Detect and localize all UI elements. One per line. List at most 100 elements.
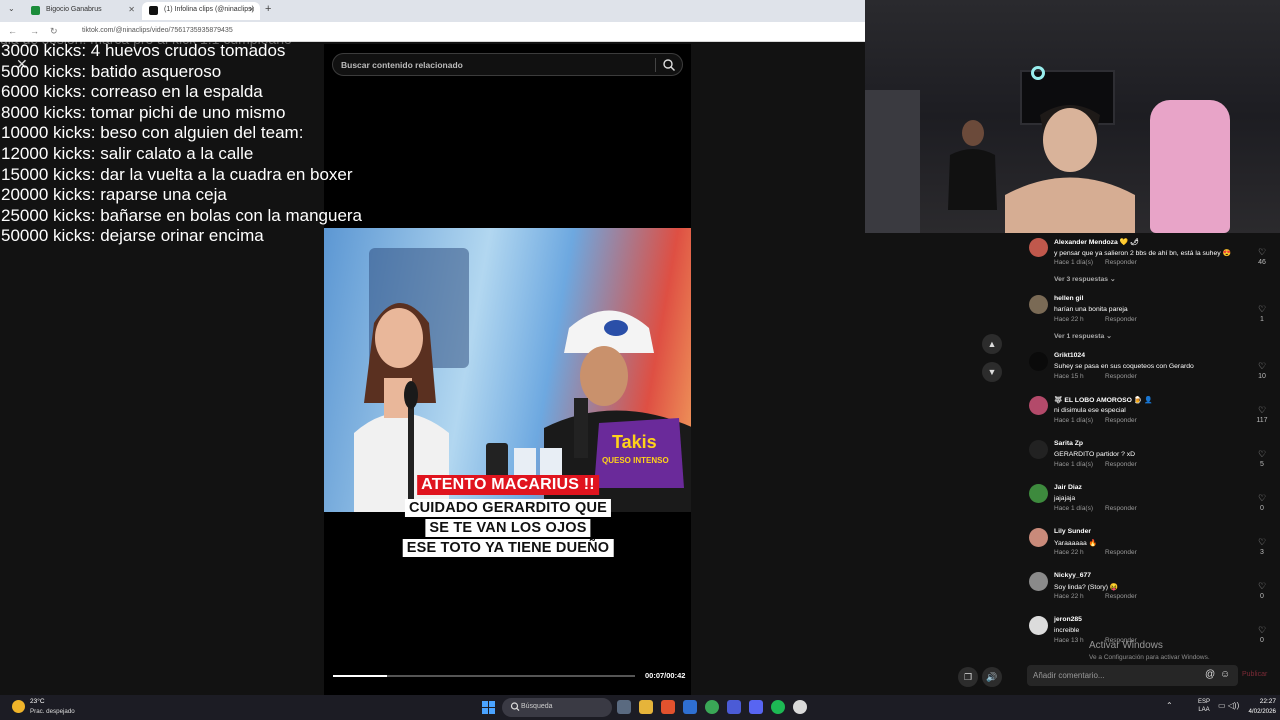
publish-button[interactable]: Publicar: [1242, 671, 1267, 678]
comment-author[interactable]: Grikt1024: [1054, 352, 1085, 359]
like-count: 3: [1260, 549, 1264, 556]
copy-link-icon[interactable]: ❐: [958, 667, 978, 687]
comment-author[interactable]: Jair Diaz: [1054, 484, 1082, 491]
browser-tab-1[interactable]: Bigocio Ganabrus ✕: [24, 2, 140, 20]
pink-gaming-chair: [1150, 100, 1230, 233]
like-heart-icon[interactable]: ♡: [1256, 582, 1268, 591]
chrome-icon[interactable]: [705, 700, 719, 714]
weather-description[interactable]: Prac. despejado: [30, 708, 75, 715]
tab-favicon-icon: [31, 6, 40, 15]
snack-sub-text: QUESO INTENSO: [602, 456, 669, 465]
comment-avatar[interactable]: [1029, 238, 1048, 257]
comment-author[interactable]: Sarita Zp: [1054, 440, 1083, 447]
discord-icon[interactable]: [749, 700, 763, 714]
comment-author[interactable]: Alexander Mendoza 💛 🌶: [1054, 238, 1139, 246]
language-top: ESP: [1198, 699, 1211, 705]
reply-button[interactable]: Responder: [1105, 593, 1137, 600]
clock-date[interactable]: 4/02/2026: [1244, 708, 1276, 715]
clock-time[interactable]: 22:27: [1244, 698, 1276, 705]
windows-start-icon[interactable]: [482, 701, 495, 714]
like-heart-icon[interactable]: ♡: [1256, 626, 1268, 635]
kicks-goal-item: 6000 kicks: correaso en la espalda: [1, 82, 263, 102]
comment-avatar[interactable]: [1029, 440, 1048, 459]
new-tab-plus-icon[interactable]: +: [265, 3, 271, 15]
comment-author[interactable]: hellen gil: [1054, 295, 1083, 302]
weather-temperature[interactable]: 23°C: [30, 698, 45, 705]
reply-button[interactable]: Responder: [1105, 373, 1137, 380]
comment-text: Soy linda? (Story) 😝: [1054, 584, 1119, 591]
like-heart-icon[interactable]: ♡: [1256, 494, 1268, 503]
comment-avatar[interactable]: [1029, 484, 1048, 503]
browser-tab-2-active[interactable]: (1) Infolina clips (@ninaclips) ✕: [142, 2, 260, 20]
close-tab-icon[interactable]: ✕: [248, 5, 255, 14]
next-video-chevron-down-icon[interactable]: ▼: [982, 362, 1002, 382]
video-caption-4: ESE TOTO YA TIENE DUEÑO: [402, 539, 614, 557]
mention-at-icon[interactable]: @: [1205, 669, 1215, 680]
emoji-icon[interactable]: ☺: [1220, 669, 1230, 680]
video-frame: Takis QUESO INTENSO: [324, 228, 691, 512]
comment-avatar[interactable]: [1029, 572, 1048, 591]
webcam-ring-light: [1031, 66, 1045, 80]
kicks-goal-item: 5000 kicks: batido asqueroso: [1, 61, 222, 81]
tab-list-chevron-icon[interactable]: ⌄: [8, 4, 15, 13]
search-icon[interactable]: [662, 58, 676, 72]
video-caption-3: SE TE VAN LOS OJOS: [425, 519, 591, 537]
comment-avatar[interactable]: [1029, 528, 1048, 547]
weather-sun-icon[interactable]: [12, 700, 25, 713]
view-replies-button[interactable]: Ver 1 respuesta ⌄: [1054, 332, 1112, 340]
language-indicator[interactable]: ESP LAA: [1198, 698, 1210, 714]
like-count: 117: [1256, 417, 1268, 424]
like-heart-icon[interactable]: ♡: [1256, 305, 1268, 314]
video-caption-1: ATENTO MACARIUS !!: [417, 475, 599, 495]
comments-panel: Alexander Mendoza 💛 🌶 y pensar que ya sal…: [1010, 233, 1280, 663]
like-heart-icon[interactable]: ♡: [1256, 450, 1268, 459]
kicks-goal-list: 3000 kicks: 4 huevos crudos tomados 5000 …: [1, 41, 362, 247]
tray-overflow-chevron-up-icon[interactable]: ⌃: [1166, 701, 1173, 710]
like-heart-icon[interactable]: ♡: [1256, 406, 1268, 415]
reply-button[interactable]: Responder: [1105, 417, 1137, 424]
view-replies-button[interactable]: Ver 3 respuestas ⌄: [1054, 275, 1116, 283]
search-icon: [510, 702, 520, 712]
search-divider: [655, 58, 656, 72]
comment-avatar[interactable]: [1029, 295, 1048, 314]
reply-button[interactable]: Responder: [1105, 316, 1137, 323]
comment-avatar[interactable]: [1029, 616, 1048, 635]
video-caption-2: CUIDADO GERARDITO QUE: [404, 499, 612, 517]
tray-network-volume-icons[interactable]: ▭ ◁)): [1218, 701, 1239, 710]
comment-timestamp: Hace 13 h: [1054, 637, 1084, 644]
file-explorer-icon[interactable]: [639, 700, 653, 714]
comment-input[interactable]: Añadir comentario... @ ☺: [1027, 665, 1238, 686]
comment-author[interactable]: 🐺 EL LOBO AMOROSO 🍺 👤: [1054, 396, 1153, 404]
comment-author[interactable]: Lily Sunder: [1054, 528, 1091, 535]
activate-windows-subtitle: Ve a Configuración para activar Windows.: [1089, 654, 1210, 661]
reply-button[interactable]: Responder: [1105, 259, 1137, 266]
like-heart-icon[interactable]: ♡: [1256, 538, 1268, 547]
spotify-icon[interactable]: [771, 700, 785, 714]
brave-browser-icon[interactable]: [661, 700, 675, 714]
comment-placeholder: Añadir comentario...: [1033, 671, 1105, 680]
comment-text: increible: [1054, 627, 1080, 634]
teams-icon[interactable]: [727, 700, 741, 714]
reply-button[interactable]: Responder: [1105, 549, 1137, 556]
comment-text: Yaraaaaaa 🔥: [1054, 540, 1098, 547]
like-heart-icon[interactable]: ♡: [1256, 362, 1268, 371]
like-count: 1: [1260, 316, 1264, 323]
comment-author[interactable]: Nickyy_677: [1054, 572, 1091, 579]
store-icon[interactable]: [683, 700, 697, 714]
comment-avatar[interactable]: [1029, 396, 1048, 415]
reply-button[interactable]: Responder: [1105, 505, 1137, 512]
comment-avatar[interactable]: [1029, 352, 1048, 371]
related-search-input[interactable]: Buscar contenido relacionado: [332, 53, 683, 76]
reply-button[interactable]: Responder: [1105, 461, 1137, 468]
volume-icon[interactable]: 🔊: [982, 667, 1002, 687]
screen: ⌄ Bigocio Ganabrus ✕ (1) Infolina clips …: [0, 0, 1280, 720]
comment-item: Nickyy_677 Soy linda? (Story) 😝 Hace 22 h R…: [1010, 569, 1280, 609]
taskbar-search[interactable]: Búsqueda: [502, 698, 612, 717]
task-view-icon[interactable]: [617, 700, 631, 714]
comment-author[interactable]: jeron285: [1054, 616, 1082, 623]
previous-video-chevron-up-icon[interactable]: ▲: [982, 334, 1002, 354]
obs-icon[interactable]: [793, 700, 807, 714]
like-heart-icon[interactable]: ♡: [1256, 248, 1268, 257]
close-tab-icon[interactable]: ✕: [128, 5, 135, 14]
video-progress-bar[interactable]: [333, 675, 635, 677]
